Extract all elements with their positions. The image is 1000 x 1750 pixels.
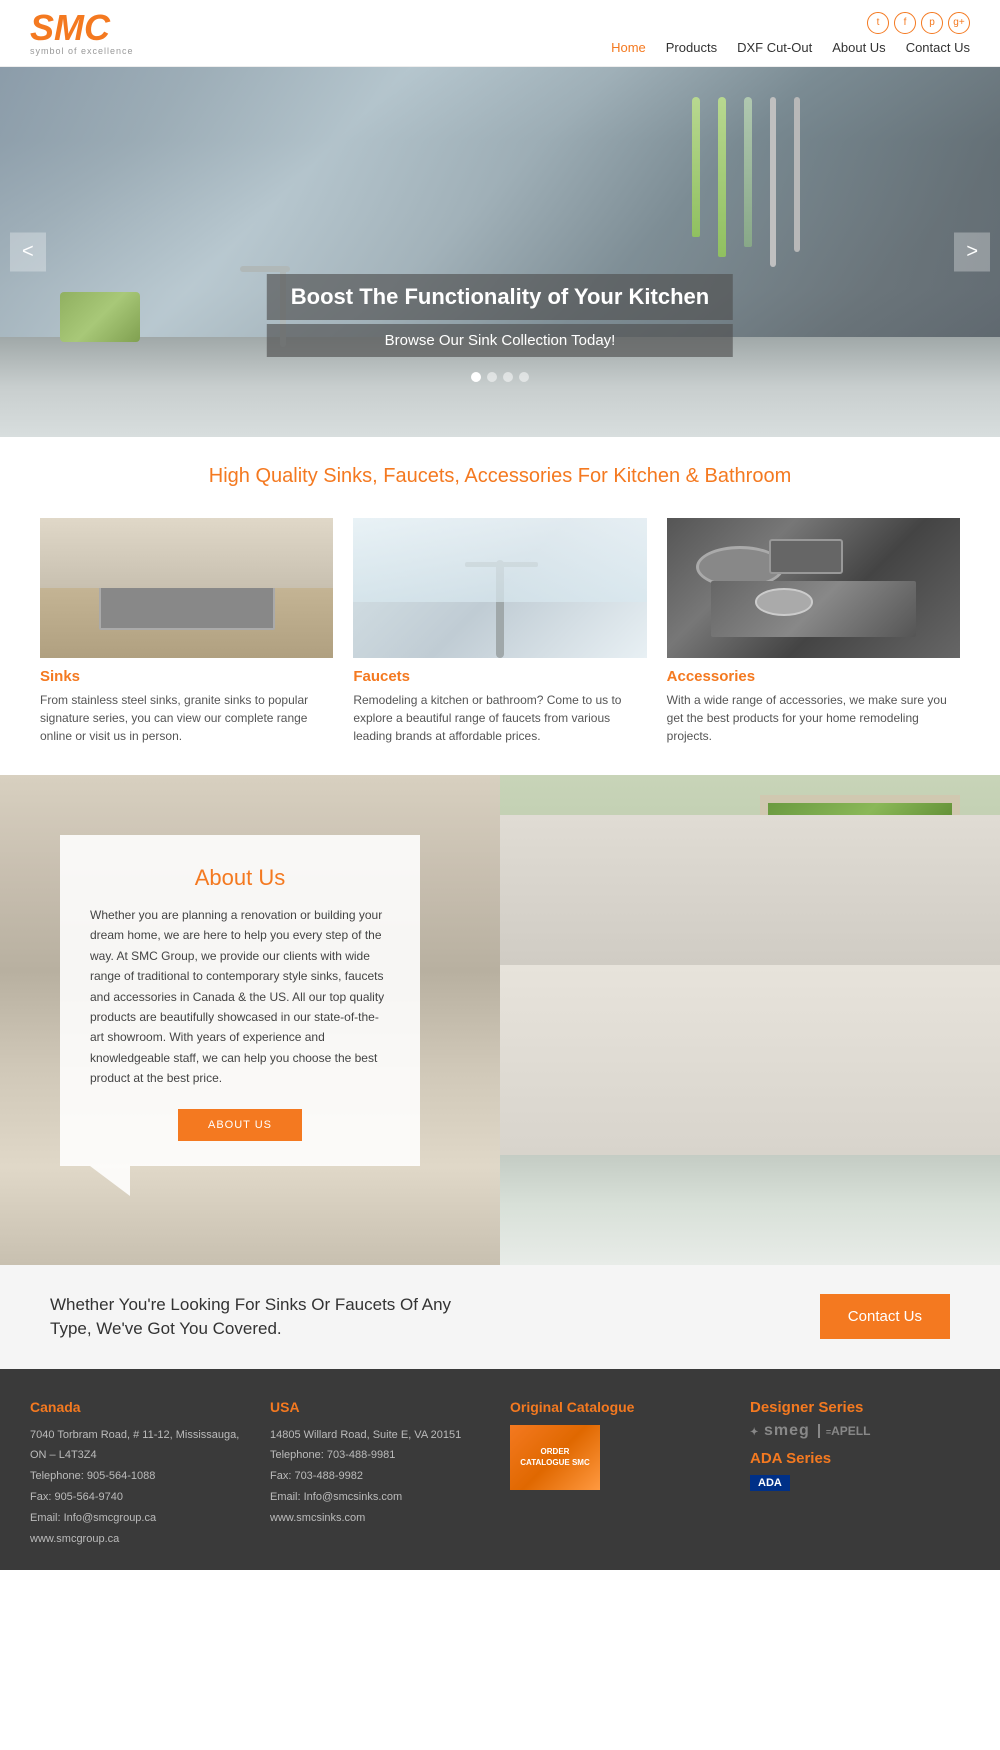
canada-phone: Telephone: 905-564-1088: [30, 1466, 250, 1487]
sinks-title[interactable]: Sinks: [40, 668, 333, 685]
canada-website[interactable]: www.smcgroup.ca: [30, 1529, 250, 1550]
contact-us-button[interactable]: Contact Us: [820, 1294, 950, 1339]
hero-dot-4[interactable]: [519, 372, 529, 382]
designer-series-title: Designer Series: [750, 1399, 970, 1416]
logo-area: SMC symbol of excellence: [30, 10, 134, 56]
site-header: SMC symbol of excellence t f p g+ Home P…: [0, 0, 1000, 67]
toaster-decoration: [60, 292, 140, 342]
catalogue-label: ORDER CATALOGUE SMC: [515, 1446, 595, 1468]
nav-about[interactable]: About Us: [832, 40, 885, 55]
hero-prev-btn[interactable]: <: [10, 233, 46, 272]
header-right: t f p g+ Home Products DXF Cut-Out About…: [611, 12, 970, 55]
brand-logos-row: ✦ smeg =APELL: [750, 1422, 970, 1440]
nav-contact[interactable]: Contact Us: [906, 40, 970, 55]
hero-title: Boost The Functionality of Your Kitchen: [267, 274, 733, 320]
footer-catalogue: Original Catalogue ORDER CATALOGUE SMC: [510, 1399, 730, 1550]
footer-brands: Designer Series ✦ smeg =APELL ADA Series…: [750, 1399, 970, 1550]
faucets-desc: Remodeling a kitchen or bathroom? Come t…: [353, 691, 646, 745]
sinks-image: [40, 518, 333, 658]
canada-address: 7040 Torbram Road, # 11-12, Mississauga,…: [30, 1425, 250, 1467]
canada-fax: Fax: 905-564-9740: [30, 1487, 250, 1508]
product-card-sinks: Sinks From stainless steel sinks, granit…: [40, 518, 333, 745]
products-section: Sinks From stainless steel sinks, granit…: [0, 508, 1000, 775]
cta-text: Whether You're Looking For Sinks Or Fauc…: [50, 1293, 470, 1341]
hero-dot-1[interactable]: [471, 372, 481, 382]
tagline-section: High Quality Sinks, Faucets, Accessories…: [0, 437, 1000, 508]
faucets-image: [353, 518, 646, 658]
site-footer: Canada 7040 Torbram Road, # 11-12, Missi…: [0, 1369, 1000, 1570]
logo-tagline: symbol of excellence: [30, 46, 134, 56]
smeg-logo: ✦ smeg: [750, 1422, 810, 1440]
accessories-title[interactable]: Accessories: [667, 668, 960, 685]
about-box-arrow: [90, 1166, 130, 1196]
faucets-title[interactable]: Faucets: [353, 668, 646, 685]
usa-phone: Telephone: 703-488-9981: [270, 1445, 490, 1466]
logo: SMC: [30, 10, 134, 46]
canada-email: Email: Info@smcgroup.ca: [30, 1508, 250, 1529]
usa-fax: Fax: 703-488-9982: [270, 1466, 490, 1487]
usa-website[interactable]: www.smcsinks.com: [270, 1508, 490, 1529]
hero-slider: < > Boost The Functionality of Your Kitc…: [0, 67, 1000, 437]
hero-next-btn[interactable]: >: [954, 233, 990, 272]
utensils-decoration: [692, 97, 800, 267]
social-icons: t f p g+: [867, 12, 970, 34]
googleplus-icon[interactable]: g+: [948, 12, 970, 34]
nav-products[interactable]: Products: [666, 40, 717, 55]
usa-email: Email: Info@smcsinks.com: [270, 1487, 490, 1508]
usa-address: 14805 Willard Road, Suite E, VA 20151: [270, 1425, 490, 1446]
tagline-heading: High Quality Sinks, Faucets, Accessories…: [20, 465, 980, 488]
hero-dot-3[interactable]: [503, 372, 513, 382]
about-body: Whether you are planning a renovation or…: [90, 905, 390, 1089]
product-card-accessories: Accessories With a wide range of accesso…: [667, 518, 960, 745]
twitter-icon[interactable]: t: [867, 12, 889, 34]
footer-usa: USA 14805 Willard Road, Suite E, VA 2015…: [270, 1399, 490, 1550]
catalogue-title: Original Catalogue: [510, 1399, 730, 1415]
nav-dxf[interactable]: DXF Cut-Out: [737, 40, 812, 55]
ada-badge: ADA: [750, 1475, 790, 1491]
usa-title: USA: [270, 1399, 490, 1415]
about-box: About Us Whether you are planning a reno…: [60, 835, 420, 1166]
catalogue-image[interactable]: ORDER CATALOGUE SMC: [510, 1425, 600, 1490]
product-card-faucets: Faucets Remodeling a kitchen or bathroom…: [353, 518, 646, 745]
hero-dot-2[interactable]: [487, 372, 497, 382]
cta-section: Whether You're Looking For Sinks Or Fauc…: [0, 1265, 1000, 1369]
sinks-desc: From stainless steel sinks, granite sink…: [40, 691, 333, 745]
about-us-button[interactable]: ABOUT US: [178, 1109, 302, 1141]
nav-home[interactable]: Home: [611, 40, 646, 55]
accessories-image: [667, 518, 960, 658]
hero-dots: [471, 372, 529, 382]
facebook-icon[interactable]: f: [894, 12, 916, 34]
ada-series-title: ADA Series: [750, 1450, 970, 1467]
hero-text-overlay: Boost The Functionality of Your Kitchen …: [267, 274, 733, 357]
footer-grid: Canada 7040 Torbram Road, # 11-12, Missi…: [30, 1399, 970, 1550]
accessories-desc: With a wide range of accessories, we mak…: [667, 691, 960, 745]
faucet-spout: [240, 266, 290, 272]
footer-canada: Canada 7040 Torbram Road, # 11-12, Missi…: [30, 1399, 250, 1550]
hero-subtitle: Browse Our Sink Collection Today!: [267, 324, 733, 357]
canada-title: Canada: [30, 1399, 250, 1415]
about-section: About Us Whether you are planning a reno…: [0, 775, 1000, 1265]
about-heading: About Us: [90, 865, 390, 891]
apell-logo: =APELL: [818, 1424, 871, 1438]
pinterest-icon[interactable]: p: [921, 12, 943, 34]
main-nav: Home Products DXF Cut-Out About Us Conta…: [611, 40, 970, 55]
about-kitchen-right: [500, 775, 1000, 1265]
